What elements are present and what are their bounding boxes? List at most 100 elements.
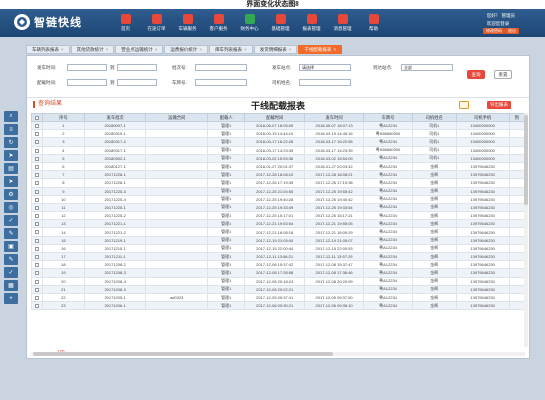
row-checkbox[interactable] (31, 251, 43, 262)
nav-item-5[interactable]: 基础管理 (265, 9, 296, 37)
table-row[interactable]: 22 20171205-1 ad0323 管理1 2017-12-05 09:37:41… (31, 292, 525, 303)
change-password-button[interactable]: 修改密码 (483, 28, 505, 34)
depart-station-select[interactable]: 请选择 (299, 64, 351, 71)
table-row[interactable]: 6 20180127-1 管理1 2018-01-27 20:01:37 2018-01… (31, 161, 525, 172)
check-icon[interactable]: ✓ (4, 215, 18, 226)
row-checkbox[interactable] (31, 235, 43, 245)
table-row[interactable]: 1 20180007-1 管理1 2018-05-07 18:05:09 2018-05… (31, 120, 525, 131)
tab-1[interactable]: 其他货款统计 × (70, 45, 115, 54)
check-icon[interactable]: ✓ (4, 267, 18, 278)
reset-button[interactable]: 重置 (494, 70, 512, 79)
table-row[interactable]: 21 20171208-3 管理1 2017-12-08 20:02:21 粤A1223… (31, 284, 525, 294)
edit-icon[interactable]: ✎ (4, 228, 18, 239)
depart-time-end-input[interactable] (117, 64, 157, 71)
batch-input[interactable] (195, 64, 247, 71)
nav-item-1[interactable]: 在途订单 (141, 9, 172, 37)
row-checkbox[interactable] (31, 194, 43, 204)
depart-time-start-input[interactable] (67, 64, 107, 71)
nav-item-2[interactable]: 车辆服务 (172, 9, 203, 37)
table-row[interactable]: 10 20171225-4 管理1 2017-12-25 19:40:28 2017-1… (31, 194, 525, 204)
table-row[interactable]: 15 20171219-1 管理1 2017-12-19 21:05:00 2017-1… (31, 235, 525, 245)
table-icon[interactable]: ▦ (4, 280, 18, 291)
row-checkbox[interactable] (31, 276, 43, 286)
table-row[interactable]: 8 20171226-1 管理1 2017-12-26 17:19:35 2017-12… (31, 178, 525, 188)
row-checkbox[interactable] (31, 178, 43, 188)
column-header[interactable]: 车牌号 (363, 113, 413, 122)
row-checkbox[interactable] (31, 284, 43, 294)
list-icon[interactable]: ≡ (4, 124, 18, 135)
table-row[interactable]: 4 20180317-1 管理1 2018-03-17 14:23:35 2018-03… (31, 145, 525, 155)
row-checkbox[interactable] (31, 161, 43, 172)
edit-icon[interactable]: ✎ (4, 254, 18, 265)
query-button[interactable]: 查询 (467, 70, 485, 79)
column-header[interactable]: 运输合同 (145, 113, 209, 122)
settings-icon[interactable]: ⚙ (4, 189, 18, 200)
plate-input[interactable] (195, 79, 247, 86)
column-header[interactable]: 配载人 (207, 113, 246, 122)
search-icon[interactable]: ⌕ (4, 111, 18, 122)
row-checkbox[interactable] (31, 137, 43, 147)
print-icon[interactable] (459, 101, 469, 109)
column-header[interactable]: 司机手机 (455, 113, 510, 122)
table-row[interactable]: 19 20171208-3 管理1 2017-12-08 17:35:58 2017-1… (31, 268, 525, 278)
close-icon[interactable]: × (333, 47, 336, 52)
close-icon[interactable]: × (244, 47, 247, 52)
refresh-icon[interactable]: ↻ (4, 137, 18, 148)
close-icon[interactable]: × (199, 47, 202, 52)
table-row[interactable]: 3 20180317-2 管理1 2018-03-17 16:22:28 2018-03… (31, 137, 525, 147)
column-header[interactable]: 发车时间 (303, 113, 365, 122)
dispatch-time-start-input[interactable] (67, 79, 107, 86)
row-checkbox[interactable] (31, 260, 43, 270)
close-icon[interactable]: × (155, 47, 158, 52)
table-row[interactable]: 14 20171221-2 管理1 2017-12-21 16:08:18 2017-1… (31, 227, 525, 237)
nav-item-0[interactable]: 首页 (110, 9, 141, 37)
row-checkbox[interactable] (31, 186, 43, 196)
table-row[interactable]: 5 20180302-1 管理1 2018-03-02 15:59:36 2018-03… (31, 153, 525, 163)
row-checkbox[interactable] (31, 292, 43, 303)
column-header[interactable]: 序号 (42, 113, 85, 122)
tab-5[interactable]: 发货明细报表 × (253, 45, 298, 54)
horizontal-scrollbar[interactable] (31, 352, 525, 356)
table-row[interactable]: 18 20171208-2 管理1 2017-12-08 15:37:42 2017-1… (31, 260, 525, 270)
row-checkbox[interactable] (31, 129, 43, 139)
tab-6[interactable]: 干线配载报表 × (298, 45, 342, 54)
ring-icon[interactable]: ◎ (4, 202, 18, 213)
nav-item-7[interactable]: 消息管理 (327, 9, 358, 37)
nav-item-3[interactable]: 客户服务 (203, 9, 234, 37)
row-checkbox[interactable] (31, 120, 43, 131)
tab-4[interactable]: 库车列表报表 × (209, 45, 253, 54)
table-row[interactable]: 20 20171208-4 管理1 2017-12-08 20:18:24 2017-1… (31, 276, 525, 286)
row-checkbox[interactable] (31, 219, 43, 229)
dispatch-time-end-input[interactable] (117, 79, 157, 86)
column-header[interactable]: 配载时间 (244, 113, 305, 122)
row-checkbox[interactable] (31, 243, 43, 254)
table-row[interactable]: 2 20180319-1 管理1 2018-03-19 14:44:10 2018-03… (31, 129, 525, 139)
close-icon[interactable]: × (289, 47, 292, 52)
send-icon[interactable]: ➤ (4, 176, 18, 187)
row-checkbox[interactable] (31, 227, 43, 237)
table-row[interactable]: 17 20171211-1 管理1 2017-12-11 13:56:21 2017-1… (31, 251, 525, 262)
image-icon[interactable]: ▣ (4, 241, 18, 252)
tab-2[interactable]: 营业点运输统计 × (115, 45, 164, 54)
row-checkbox[interactable] (31, 211, 43, 221)
tab-0[interactable]: 车辆列表报表 × (26, 45, 70, 54)
close-icon[interactable]: × (106, 47, 109, 52)
export-button[interactable]: 导出报表 (487, 101, 511, 109)
arrive-station-select[interactable]: 全部 (401, 64, 453, 71)
driver-input[interactable] (299, 79, 351, 86)
row-checkbox[interactable] (31, 301, 43, 311)
table-row[interactable]: 23 20171206-1 管理1 2017-12-06 09:30:21 2017-1… (31, 301, 525, 311)
close-icon[interactable]: × (61, 47, 64, 52)
doc-icon[interactable]: ▤ (4, 163, 18, 174)
nav-item-6[interactable]: 报表管理 (296, 9, 327, 37)
logout-button[interactable]: 退出 (505, 28, 519, 34)
table-row[interactable]: 12 20171225-2 管理1 2017-12-25 15:17:01 2017-1… (31, 211, 525, 221)
row-checkbox[interactable] (31, 153, 43, 163)
row-checkbox[interactable] (31, 170, 43, 180)
column-header[interactable]: 到 (508, 113, 525, 122)
row-checkbox[interactable] (31, 145, 43, 155)
row-checkbox[interactable] (31, 268, 43, 278)
send-icon[interactable]: ➤ (4, 150, 18, 161)
row-checkbox[interactable] (31, 202, 43, 213)
table-row[interactable]: 16 20171215-1 管理1 2017-12-15 22:00:44 2017-1… (31, 243, 525, 254)
